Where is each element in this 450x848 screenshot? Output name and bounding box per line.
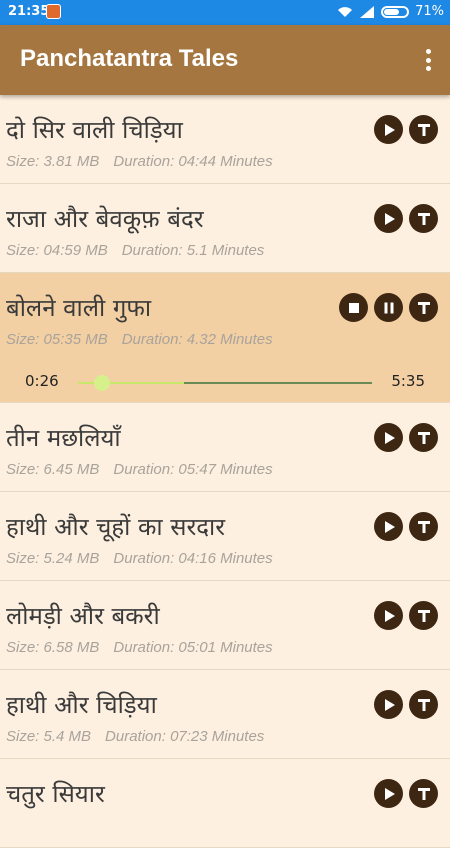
play-icon[interactable] <box>374 115 403 144</box>
battery-icon <box>381 5 410 18</box>
story-row[interactable]: दो सिर वाली चिड़िया Size: 3.81 MB Duration… <box>0 95 450 184</box>
story-row[interactable]: राजा और बेवकूफ़ बंदर Size: 04:59 MB Durati… <box>0 184 450 273</box>
story-title: राजा और बेवकूफ़ बंदर <box>6 205 204 233</box>
story-title: हाथी और चूहों का सरदार <box>6 513 226 541</box>
story-size: Size: 6.45 MB <box>6 461 100 478</box>
app-bar: Panchatantra Tales <box>0 25 450 95</box>
story-size: Size: 5.24 MB <box>6 550 100 567</box>
story-controls <box>339 293 438 322</box>
story-title: लोमड़ी और बकरी <box>6 602 160 630</box>
story-size: Size: 5.4 MB <box>6 728 92 745</box>
story-row[interactable]: बोलने वाली गुफा Size: 05:35 MB Duration: 4… <box>0 273 450 403</box>
story-list: दो सिर वाली चिड़िया Size: 3.81 MB Duration… <box>0 95 450 848</box>
story-row[interactable]: हाथी और चिड़िया Size: 5.4 MB Duration: 07:… <box>0 670 450 759</box>
story-title: दो सिर वाली चिड़िया <box>6 116 183 144</box>
story-duration: Duration: 4.32 Minutes <box>121 331 273 348</box>
pause-icon[interactable] <box>374 293 403 322</box>
play-icon[interactable] <box>374 690 403 719</box>
story-duration: Duration: 07:23 Minutes <box>105 728 265 745</box>
text-t-icon[interactable] <box>409 512 438 541</box>
story-row[interactable]: हाथी और चूहों का सरदार Size: 5.24 MB Durat… <box>0 492 450 581</box>
story-row[interactable]: तीन मछलियाँ Size: 6.45 MB Duration: 05:47 … <box>0 403 450 492</box>
story-meta: Size: 04:59 MB Duration: 5.1 Minutes <box>6 242 264 259</box>
story-size: Size: 05:35 MB <box>6 331 108 348</box>
text-t-icon[interactable] <box>409 601 438 630</box>
text-t-icon[interactable] <box>409 690 438 719</box>
status-time: 21:35 <box>8 4 50 19</box>
text-t-icon[interactable] <box>409 779 438 808</box>
play-icon[interactable] <box>374 423 403 452</box>
story-row[interactable]: चतुर सियार <box>0 759 450 848</box>
total-time: 5:35 <box>391 372 425 390</box>
story-duration: Duration: 05:01 Minutes <box>113 639 273 656</box>
story-size: Size: 6.58 MB <box>6 639 100 656</box>
story-meta: Size: 05:35 MB Duration: 4.32 Minutes <box>6 331 273 348</box>
story-controls <box>374 601 438 630</box>
story-title: चतुर सियार <box>6 780 105 808</box>
story-title: हाथी और चिड़िया <box>6 691 157 719</box>
story-size: Size: 3.81 MB <box>6 153 100 170</box>
app-title: Panchatantra Tales <box>20 45 239 72</box>
play-icon[interactable] <box>374 779 403 808</box>
text-t-icon[interactable] <box>409 115 438 144</box>
story-meta: Size: 6.45 MB Duration: 05:47 Minutes <box>6 461 273 478</box>
story-controls <box>374 204 438 233</box>
status-bar: 21:35 71% <box>0 0 450 25</box>
text-t-icon[interactable] <box>409 204 438 233</box>
overflow-menu-icon[interactable] <box>424 49 432 71</box>
battery-percent: 71% <box>415 4 444 19</box>
story-controls <box>374 423 438 452</box>
story-meta: Size: 5.24 MB Duration: 04:16 Minutes <box>6 550 273 567</box>
story-meta: Size: 3.81 MB Duration: 04:44 Minutes <box>6 153 273 170</box>
stop-icon[interactable] <box>339 293 368 322</box>
story-duration: Duration: 04:16 Minutes <box>113 550 273 567</box>
notification-icon <box>46 4 61 19</box>
story-row[interactable]: लोमड़ी और बकरी Size: 6.58 MB Duration: 05:… <box>0 581 450 670</box>
story-controls <box>374 512 438 541</box>
story-meta: Size: 6.58 MB Duration: 05:01 Minutes <box>6 639 273 656</box>
story-meta: Size: 5.4 MB Duration: 07:23 Minutes <box>6 728 264 745</box>
play-icon[interactable] <box>374 512 403 541</box>
story-controls <box>374 115 438 144</box>
story-title: तीन मछलियाँ <box>6 424 121 452</box>
story-duration: Duration: 5.1 Minutes <box>121 242 265 259</box>
current-time: 0:26 <box>25 372 59 390</box>
play-icon[interactable] <box>374 204 403 233</box>
seek-thumb[interactable] <box>93 375 110 391</box>
status-right: 71% <box>337 4 444 19</box>
text-t-icon[interactable] <box>409 423 438 452</box>
story-controls <box>374 690 438 719</box>
story-title: बोलने वाली गुफा <box>6 294 152 322</box>
story-duration: Duration: 05:47 Minutes <box>113 461 273 478</box>
seek-bar[interactable] <box>78 375 372 391</box>
play-icon[interactable] <box>374 601 403 630</box>
signal-icon <box>360 5 375 18</box>
story-size: Size: 04:59 MB <box>6 242 108 259</box>
text-t-icon[interactable] <box>409 293 438 322</box>
story-controls <box>374 779 438 808</box>
audio-player: 0:26 5:35 <box>0 369 450 393</box>
wifi-icon <box>338 6 353 17</box>
story-duration: Duration: 04:44 Minutes <box>113 153 273 170</box>
